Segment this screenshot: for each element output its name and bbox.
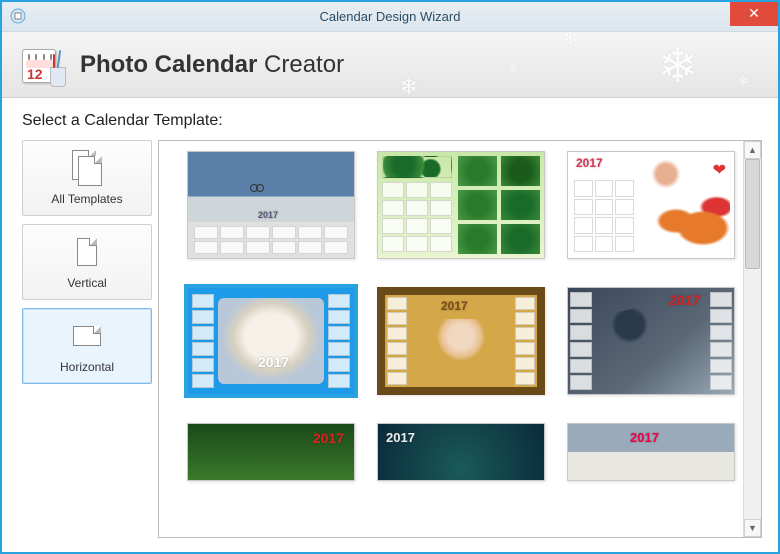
template-year: 2017: [313, 430, 344, 446]
documents-icon: [72, 150, 102, 186]
main-row: All Templates Vertical Horizontal: [22, 140, 762, 538]
app-title-bold: Photo Calendar: [80, 51, 257, 78]
category-horizontal[interactable]: Horizontal: [22, 308, 152, 384]
template-thumbnail[interactable]: 2017 ❤: [567, 151, 735, 259]
close-button[interactable]: ✕: [730, 2, 778, 26]
content-area: Select a Calendar Template: All Template…: [2, 98, 778, 538]
snowflake-icon: ❄: [738, 74, 748, 88]
snowflake-icon: ❄: [508, 62, 518, 76]
category-label: Vertical: [67, 276, 106, 290]
category-all-templates[interactable]: All Templates: [22, 140, 152, 216]
template-year: 2017: [669, 292, 700, 308]
app-banner: 12 Photo Calendar Creator ❄ ❄ ❄ ❄ ❄: [2, 32, 778, 98]
app-sys-icon: [10, 8, 26, 24]
logo-date: 12: [27, 66, 43, 82]
section-heading: Select a Calendar Template:: [22, 112, 762, 130]
app-title: Photo Calendar Creator: [80, 51, 344, 79]
titlebar: Calendar Design Wizard ✕: [2, 2, 778, 32]
page-landscape-icon: [72, 318, 102, 354]
template-thumbnail[interactable]: 2017: [377, 287, 545, 395]
scroll-thumb[interactable]: [745, 159, 760, 269]
gallery-scrollbar[interactable]: ▲ ▼: [743, 141, 761, 537]
scroll-down-button[interactable]: ▼: [744, 519, 761, 537]
template-thumbnail[interactable]: 2017: [567, 287, 735, 395]
template-grid: 2017: [187, 151, 737, 481]
template-year: 2017: [386, 430, 415, 445]
snowflake-icon: ❄: [563, 32, 578, 49]
template-year: 2017: [630, 430, 659, 445]
template-gallery: 2017: [159, 141, 743, 537]
template-thumbnail[interactable]: 2017: [187, 287, 355, 395]
category-vertical[interactable]: Vertical: [22, 224, 152, 300]
template-thumbnail[interactable]: 2017: [187, 423, 355, 481]
snowflake-icon: ❄: [400, 74, 418, 98]
category-sidebar: All Templates Vertical Horizontal: [22, 140, 152, 538]
app-title-light: Creator: [257, 51, 344, 78]
scroll-up-button[interactable]: ▲: [744, 141, 761, 159]
template-thumbnail[interactable]: 2017: [187, 151, 355, 259]
template-year: 2017: [258, 210, 278, 220]
window-title: Calendar Design Wizard: [320, 9, 461, 24]
template-thumbnail[interactable]: 2017: [567, 423, 735, 481]
snowflake-icon: ❄: [658, 38, 698, 94]
app-logo-icon: 12: [22, 43, 66, 87]
template-year: 2017: [441, 299, 468, 313]
template-year: 2017: [258, 354, 289, 370]
page-portrait-icon: [72, 234, 102, 270]
category-label: Horizontal: [60, 360, 114, 374]
scroll-track[interactable]: [744, 159, 761, 519]
template-gallery-panel: 2017: [158, 140, 762, 538]
category-label: All Templates: [51, 192, 122, 206]
template-thumbnail[interactable]: [377, 151, 545, 259]
template-year: 2017: [576, 156, 603, 170]
template-thumbnail[interactable]: 2017: [377, 423, 545, 481]
